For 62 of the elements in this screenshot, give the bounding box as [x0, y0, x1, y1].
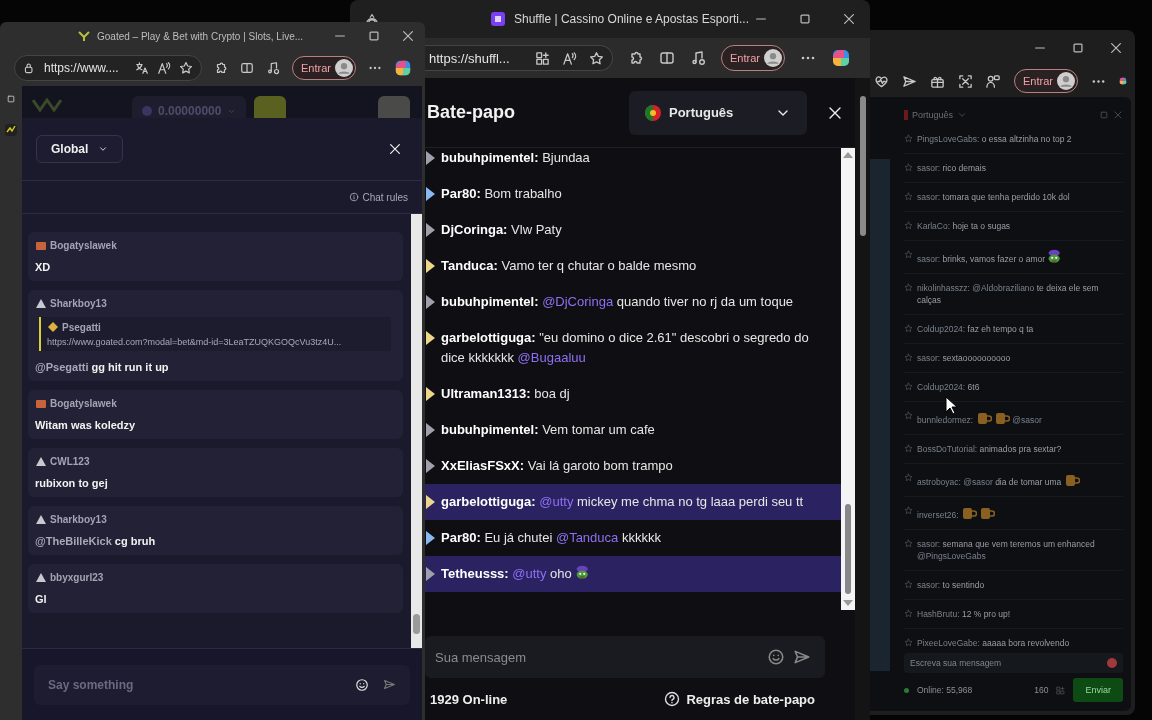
chat-message: BossDoTutorial: animados pra sextar? — [917, 443, 1063, 455]
chat-title: Bate-papo — [427, 102, 515, 123]
chat-message: sasor: sextaoooooooooo — [917, 352, 1012, 364]
online-count: 1929 On-line — [430, 691, 508, 707]
username: Bogatyslawek — [50, 239, 117, 251]
chat-message: Tanduca: Vamo ter q chutar o balde mesmo — [441, 257, 698, 275]
chat-message: garbelottiguga: "eu domino o dice 2.61" descobri o segredo do dice kkkkkkk @Bugaaluu — [441, 329, 810, 367]
channel-selector[interactable]: Global — [36, 135, 124, 163]
online-count: Online: 55,968 — [917, 685, 973, 695]
chat-message: Tetheusss: @utty oho — [441, 564, 833, 584]
quoted-link[interactable]: https://www.goated.com?modal=bet&md-id=3LeaTZUQKGOQcVu3tz4U... — [47, 337, 385, 347]
username: Psegatti — [62, 321, 101, 333]
chat-message: sasor: brinks, vamos fazer o amor — [917, 249, 1121, 265]
chat-message: garbelottiguga: @utty mickey me chma no tg laaa perdi seu tt — [441, 493, 805, 511]
chat-message: Par80: Eu já chutei @Tanduca kkkkkk — [441, 529, 662, 547]
message-text: rubixon to gej — [35, 477, 109, 489]
message-input[interactable]: Sua mensagem — [425, 636, 825, 678]
send-button[interactable]: Enviar — [1073, 678, 1123, 702]
language-selector[interactable]: Português — [629, 90, 807, 135]
window-title: Goated – Play & Bet with Crypto | Slots, Live... — [97, 30, 304, 42]
chat-message: nikolinhasszz: @Aldobraziliano te deixa ele sem calças — [917, 282, 1100, 306]
message-text: @Psegatti gg hit run it up — [35, 361, 170, 373]
chat-message: Par80: Bom trabalho — [441, 185, 563, 203]
message-input[interactable]: Escreva sua mensagem — [904, 653, 1123, 673]
chat-message: sasor: semana que vem teremos um enhanced @PingsLoveGabs — [917, 538, 1096, 562]
chat-message: DjCoringa: Vlw Paty — [441, 221, 563, 239]
username: Bogatyslawek — [50, 397, 117, 409]
message-text: @TheBilleKick cg bruh — [35, 535, 157, 547]
chat-message: Ultraman1313: boa dj — [441, 385, 571, 403]
chat-message: HashBrutu: 12 % pro up! — [917, 608, 1012, 620]
message-text: XD — [35, 261, 52, 273]
username: bbyxgurl23 — [50, 571, 104, 583]
chat-message: XxEliasFSxX: Vai lá garoto bom trampo — [441, 457, 674, 475]
chat-message: inverset26: — [917, 505, 1121, 521]
username: CWL123 — [50, 455, 90, 467]
address-bar[interactable]: https://www.... — [14, 55, 202, 81]
chat-rules-link[interactable]: Chat rules — [349, 191, 408, 203]
sign-in-button[interactable]: Entrar — [292, 56, 356, 80]
chat-message: KarlaCo: hoje ta o sugas — [917, 220, 1012, 232]
chat-message: sasor: to sentindo — [917, 579, 986, 591]
chat-message: sasor: tomara que tenha perdido 10k dol — [917, 191, 1071, 203]
chat-message: PixeeLoveGabe: aaaaa bora revolvendo — [917, 637, 1071, 649]
message-text: Witam was koledzy — [35, 419, 137, 431]
chat-message: Coldup2024: faz eh tempo q ta — [917, 323, 1035, 335]
chat-message: PingsLoveGabs: o essa altzinha no top 2 — [917, 133, 1073, 145]
chat-message: Coldup2024: 6t6 — [917, 381, 981, 393]
window-title: Shuffle | Cassino Online e Apostas Esporti... — [514, 12, 750, 26]
chat-message: sasor: rico demais — [917, 162, 987, 174]
username: Sharkboy13 — [50, 297, 107, 309]
character-count: 160 — [1034, 685, 1049, 695]
sign-in-button[interactable]: Entrar — [721, 45, 785, 71]
chat-message: astroboyac: @sasor dia de tomar uma — [917, 472, 1121, 488]
address-bar[interactable]: https://shuffl... — [425, 45, 613, 71]
chat-rules-link[interactable]: Regras de bate-papo — [686, 691, 815, 707]
chat-message: bunnledormez: @sasor — [917, 410, 1121, 426]
chat-message: bubuhpimentel: Bjundaa — [441, 149, 591, 167]
sign-in-button[interactable]: Entrar — [1014, 69, 1078, 93]
username: Sharkboy13 — [50, 513, 107, 525]
language-selector[interactable]: Português — [912, 110, 954, 120]
chat-message: bubuhpimentel: Vem tomar um cafe — [441, 421, 656, 439]
message-text: Gl — [35, 593, 48, 605]
chat-message: bubuhpimentel: @DjCoringa quando tiver no rj da um toque — [441, 293, 795, 311]
